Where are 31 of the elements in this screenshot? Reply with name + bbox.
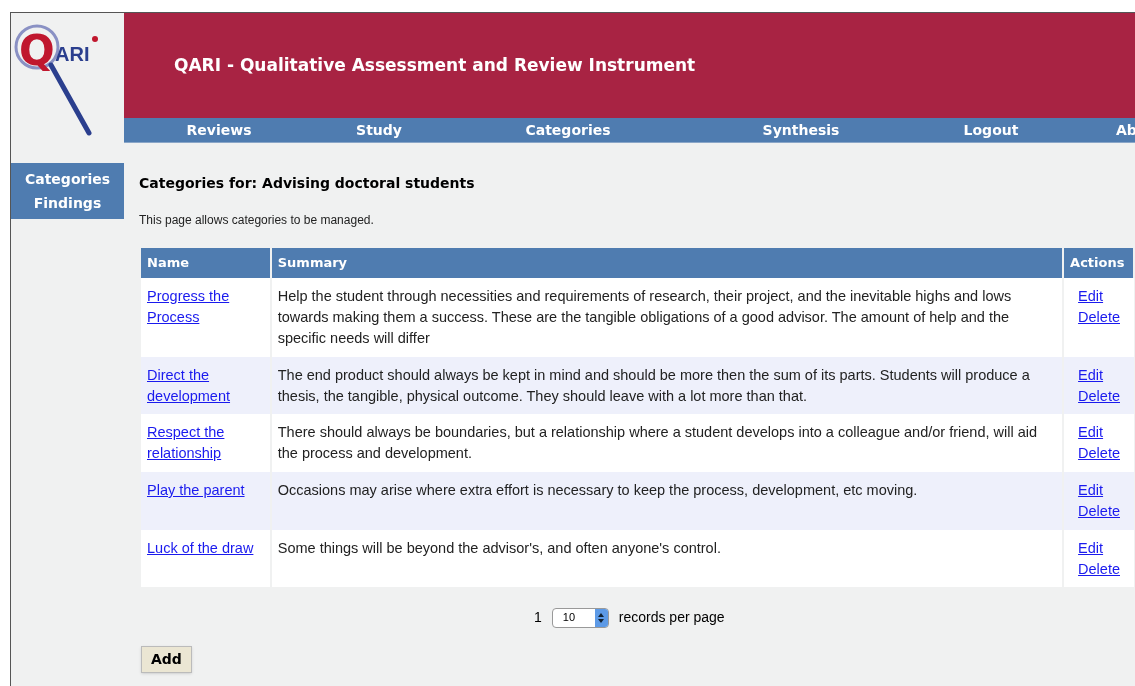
page-heading: Categories for: Advising doctoral students xyxy=(139,174,476,193)
category-link[interactable]: Progress the Process xyxy=(147,286,264,328)
action-link[interactable]: Edit xyxy=(1078,422,1120,443)
action-link[interactable]: Delete xyxy=(1078,443,1120,464)
nav-link[interactable]: Logout xyxy=(931,119,1051,141)
action-link[interactable]: Edit xyxy=(1078,480,1120,501)
nav-link[interactable]: Reviews xyxy=(159,119,279,141)
sidebar-link[interactable]: Findings xyxy=(33,192,102,214)
page-description: This page allows categories to be managed. xyxy=(139,212,375,229)
category-link[interactable]: Respect the relationship xyxy=(147,422,264,464)
action-link[interactable]: Edit xyxy=(1078,538,1120,559)
per-page-label: records per page xyxy=(618,608,725,627)
action-link[interactable]: Edit xyxy=(1078,286,1120,307)
add-button[interactable]: Add xyxy=(141,646,192,673)
page-number: 1 xyxy=(534,608,542,627)
category-link[interactable]: Direct the development xyxy=(147,365,264,407)
category-link[interactable]: Play the parent xyxy=(147,480,264,501)
magnifier-logo: QARI xyxy=(13,21,105,141)
action-link[interactable]: Edit xyxy=(1078,365,1120,386)
nav-link[interactable]: Synthesis xyxy=(741,119,861,141)
app-title: QARI - Qualitative Assessment and Review Instrument xyxy=(174,53,696,77)
nav-link[interactable]: Categories xyxy=(508,119,628,141)
per-page-select[interactable]: 10 xyxy=(551,607,609,628)
action-link[interactable]: Delete xyxy=(1078,307,1120,328)
category-link[interactable]: Luck of the draw xyxy=(147,538,264,559)
action-link[interactable]: Delete xyxy=(1078,501,1120,522)
nav-link[interactable]: Study xyxy=(319,119,439,141)
action-link[interactable]: Delete xyxy=(1078,386,1120,407)
action-link[interactable]: Delete xyxy=(1078,559,1120,580)
sidebar-link[interactable]: Categories xyxy=(24,168,111,190)
stepper-icon xyxy=(594,608,608,627)
